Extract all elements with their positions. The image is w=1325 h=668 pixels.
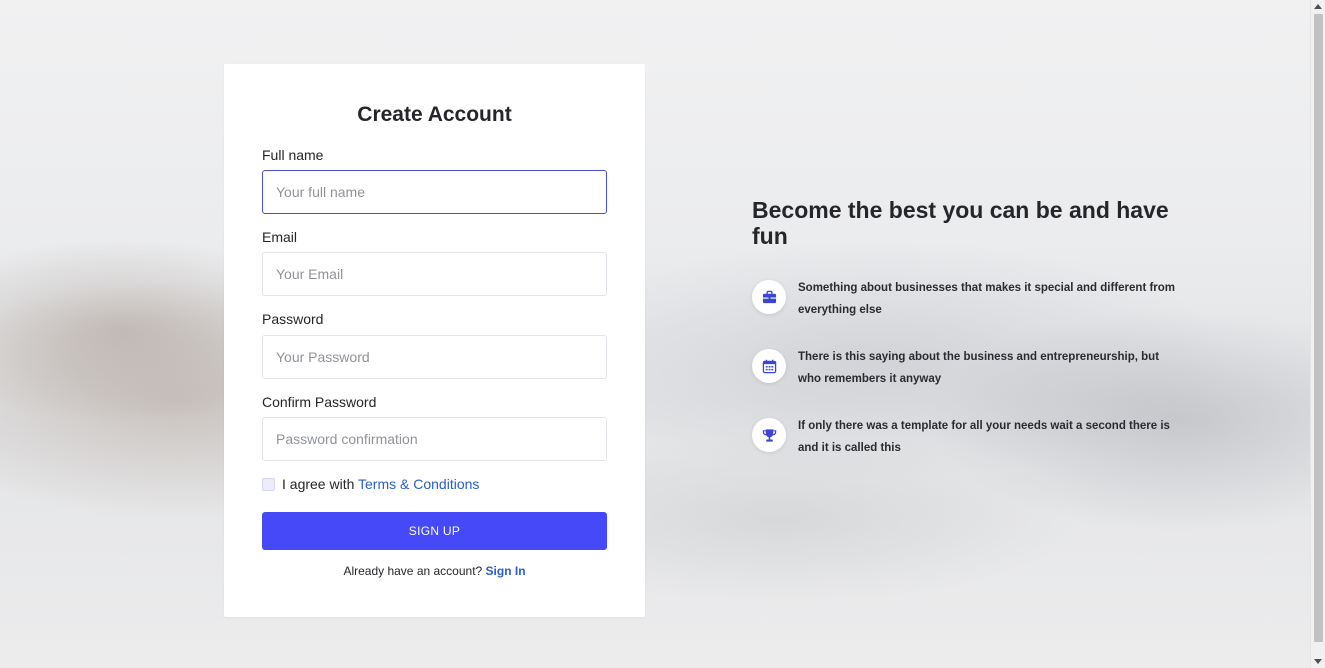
- terms-prefix: I agree with: [282, 476, 359, 492]
- scroll-up-icon[interactable]: [1314, 4, 1322, 9]
- sign-up-button[interactable]: SIGN UP: [262, 512, 607, 550]
- scroll-down-icon[interactable]: [1314, 659, 1322, 664]
- page-scrollbar[interactable]: [1310, 0, 1325, 668]
- signin-prompt: Already have an account?: [343, 564, 483, 578]
- terms-checkbox[interactable]: [262, 477, 275, 491]
- signup-card: Create Account Full name Email Password …: [224, 64, 645, 617]
- email-label: Email: [262, 229, 298, 245]
- feature-text-2: There is this saying about the business …: [798, 351, 1160, 385]
- sign-in-link[interactable]: Sign In: [486, 564, 526, 578]
- feature-text-1: Something about businesses that makes it…: [798, 282, 1176, 316]
- password-label: Password: [262, 311, 324, 327]
- mountain-background: [0, 0, 1310, 668]
- signin-row: Already have an account? Sign In: [224, 564, 645, 578]
- full-name-input[interactable]: [262, 170, 607, 214]
- terms-link[interactable]: Terms & Conditions: [358, 476, 479, 492]
- full-name-label: Full name: [262, 147, 324, 163]
- trophy-icon: [752, 418, 786, 452]
- feature-item-3: If only there was a template for all you…: [752, 418, 1182, 464]
- email-input[interactable]: [262, 252, 607, 296]
- scrollbar-thumb[interactable]: [1314, 14, 1323, 642]
- briefcase-icon: [752, 280, 786, 314]
- feature-item-2: There is this saying about the business …: [752, 349, 1182, 395]
- confirm-password-label: Confirm Password: [262, 394, 377, 410]
- calendar-icon: [752, 349, 786, 383]
- terms-text: I agree with Terms & Conditions: [282, 476, 479, 492]
- feature-text-3: If only there was a template for all you…: [798, 420, 1170, 454]
- feature-item-1: Something about businesses that makes it…: [752, 280, 1182, 326]
- confirm-password-input[interactable]: [262, 417, 607, 461]
- password-input[interactable]: [262, 335, 607, 379]
- hero-title: Become the best you can be and have fun: [752, 197, 1169, 249]
- card-title: Create Account: [357, 103, 512, 126]
- terms-row: I agree with Terms & Conditions: [262, 475, 479, 493]
